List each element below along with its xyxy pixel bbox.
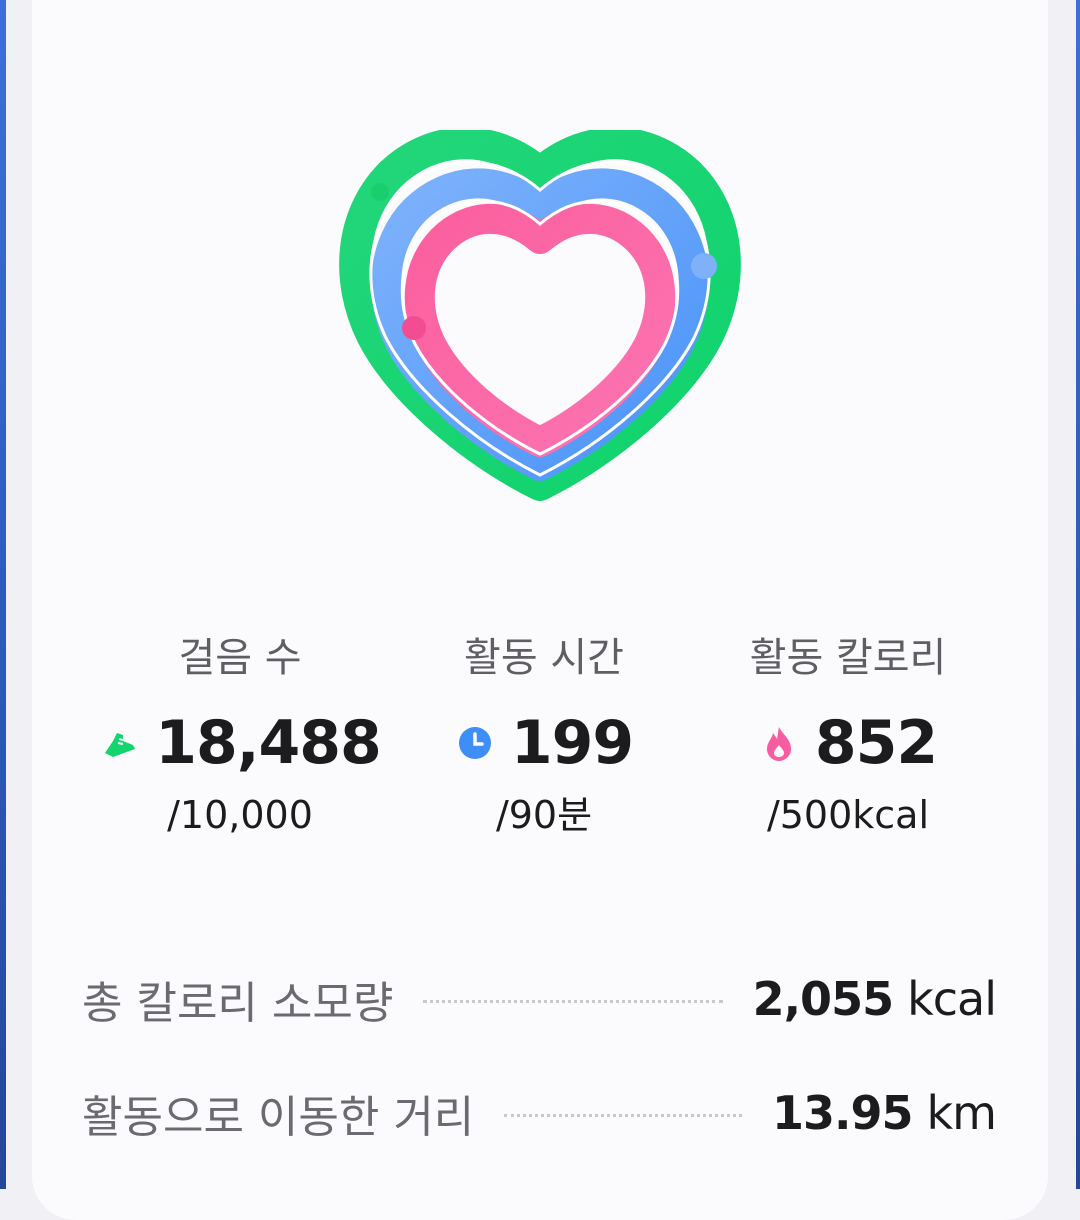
distance-unit: km — [926, 1086, 997, 1140]
steps-value: 18,488 — [155, 708, 382, 778]
distance-value: 13.95 km — [772, 1086, 997, 1140]
activity-heart-rings[interactable] — [310, 127, 770, 530]
screen-edge-left — [0, 0, 6, 1189]
steps-goal: /10,000 — [167, 793, 313, 837]
calories-stat[interactable]: 활동 칼로리 852 /500kcal — [698, 630, 998, 840]
distance-row[interactable]: 활동으로 이동한 거리 13.95 km — [82, 1078, 997, 1148]
total-calories-value: 2,055 kcal — [752, 972, 997, 1026]
calories-value: 852 — [814, 708, 938, 778]
steps-label: 걸음 수 — [178, 635, 302, 681]
dotted-leader — [423, 999, 723, 1003]
active-time-stat[interactable]: 활동 시간 199 /90분 — [394, 630, 694, 840]
calories-goal: /500kcal — [766, 793, 930, 837]
flame-icon — [766, 727, 791, 761]
total-calories-unit: kcal — [907, 972, 997, 1026]
calories-label: 활동 칼로리 — [749, 635, 947, 681]
distance-label: 활동으로 이동한 거리 — [82, 1092, 475, 1143]
total-calories-number: 2,055 — [752, 972, 895, 1026]
active-time-value: 199 — [510, 708, 634, 778]
heart-rings-graphic — [339, 127, 741, 501]
steps-stat[interactable]: 걸음 수 18,488 /10,000 — [90, 630, 390, 840]
total-calories-row[interactable]: 총 칼로리 소모량 2,055 kcal — [82, 964, 997, 1034]
dotted-leader — [504, 1113, 743, 1117]
active-time-goal: /90분 — [495, 793, 593, 837]
clock-icon — [458, 727, 491, 759]
distance-number: 13.95 — [772, 1086, 914, 1140]
total-calories-label: 총 칼로리 소모량 — [82, 978, 394, 1029]
active-time-label: 활동 시간 — [464, 635, 624, 681]
shoe-icon — [105, 733, 136, 757]
screen-edge-right — [1076, 0, 1080, 1189]
